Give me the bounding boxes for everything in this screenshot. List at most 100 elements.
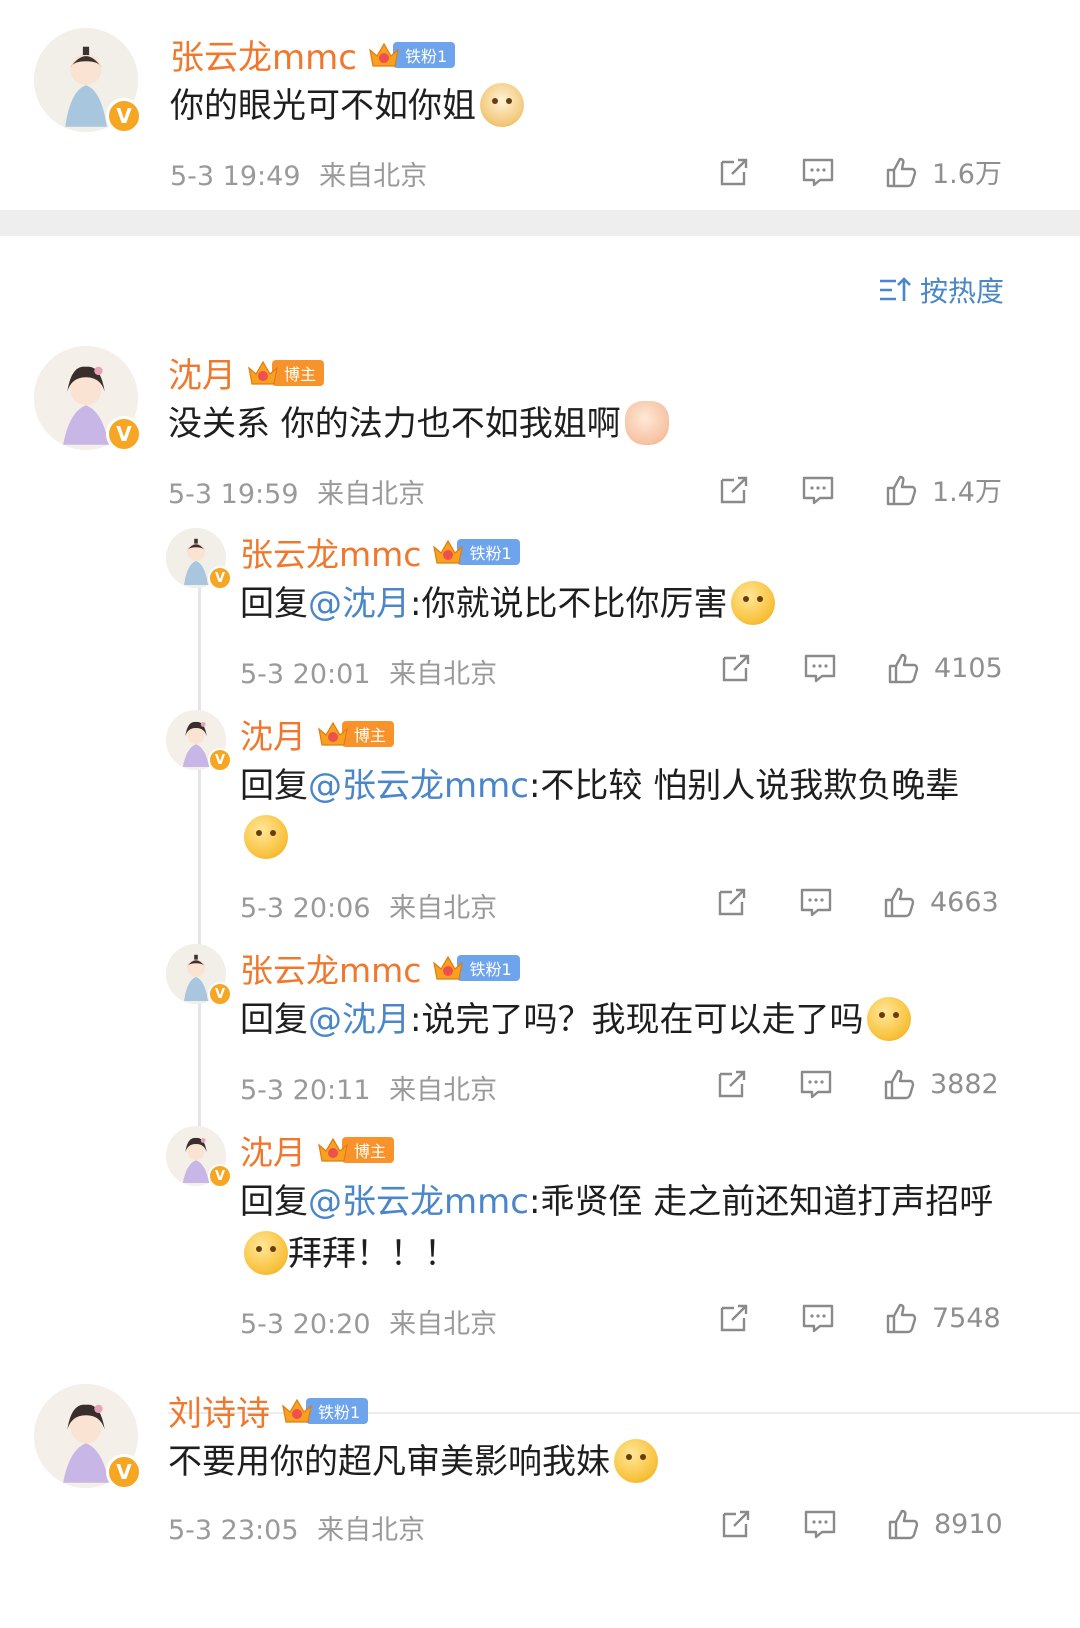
share-icon[interactable]: [714, 884, 750, 920]
reply-prefix: 回复: [240, 1182, 308, 1222]
verified-badge: V: [208, 748, 232, 772]
like-count: 4663: [930, 886, 999, 918]
fan-badge[interactable]: 铁粉1: [431, 953, 520, 983]
crown-icon: [280, 1394, 314, 1428]
like-icon[interactable]: [886, 650, 922, 686]
fan-badge[interactable]: 铁粉1: [280, 1394, 369, 1428]
username[interactable]: 张云龙mmc: [170, 30, 357, 79]
reply-meta: 5-3 20:06 来自北京: [240, 886, 497, 925]
username[interactable]: 张云龙mmc: [240, 528, 421, 576]
timestamp: 5-3 23:05: [168, 1515, 299, 1546]
location: 来自北京: [389, 659, 498, 690]
like-icon[interactable]: [886, 1506, 922, 1542]
location: 来自北京: [317, 479, 426, 510]
sly-emoji: [614, 1438, 658, 1483]
verified-badge: V: [106, 416, 142, 452]
share-icon[interactable]: [716, 1300, 752, 1336]
shush-emoji: [731, 580, 776, 625]
fan-badge[interactable]: 铁粉1: [431, 537, 520, 567]
action-bar: 4105: [718, 650, 1003, 686]
share-icon[interactable]: [714, 1066, 750, 1102]
avatar[interactable]: V: [34, 346, 142, 452]
mention-link[interactable]: @张云龙mmc: [308, 766, 529, 806]
verified-badge: V: [208, 566, 232, 590]
smile-emoji: [244, 1230, 288, 1275]
comment-text: 没关系 你的法力也不如我姐啊: [168, 398, 669, 450]
comment-icon[interactable]: [800, 154, 836, 190]
avatar[interactable]: V: [166, 710, 232, 772]
mention-link[interactable]: @沈月: [308, 1000, 410, 1040]
comment-header: 张云龙mmc 铁粉1: [170, 30, 456, 79]
comment-text: 你的眼光可不如你姐: [170, 80, 524, 132]
reply-meta: 5-3 20:01 来自北京: [240, 652, 497, 691]
mention-link[interactable]: @沈月: [308, 584, 410, 624]
like-icon[interactable]: [884, 154, 920, 190]
timestamp: 5-3 20:01: [240, 659, 371, 690]
username[interactable]: 沈月: [168, 348, 236, 397]
username[interactable]: 刘诗诗: [168, 1386, 270, 1435]
action-bar: 7548: [716, 1300, 1001, 1336]
reply-header: 沈月 博主: [240, 710, 395, 758]
avatar[interactable]: V: [166, 528, 232, 590]
comment-icon[interactable]: [798, 1066, 834, 1102]
location: 来自北京: [389, 1309, 498, 1340]
like-count: 7548: [932, 1302, 1001, 1334]
username[interactable]: 沈月: [240, 1126, 306, 1174]
timestamp: 5-3 19:49: [170, 161, 301, 192]
timestamp: 5-3 20:11: [240, 1075, 371, 1106]
sort-label: 按热度: [919, 275, 1004, 308]
comment-icon[interactable]: [802, 650, 838, 686]
timestamp: 5-3 19:59: [168, 479, 299, 510]
location: 来自北京: [389, 893, 498, 924]
hand-emoji: [624, 400, 669, 445]
like-icon[interactable]: [882, 884, 918, 920]
share-icon[interactable]: [716, 154, 752, 190]
like-icon[interactable]: [882, 1066, 918, 1102]
reply-body-tail: 拜拜！！！: [288, 1234, 458, 1274]
like-icon[interactable]: [884, 472, 920, 508]
comment-meta: 5-3 23:05 来自北京: [168, 1508, 425, 1547]
host-badge[interactable]: 博主: [316, 719, 395, 749]
comment-meta: 5-3 19:49 来自北京: [170, 154, 427, 193]
reply-meta: 5-3 20:20 来自北京: [240, 1302, 497, 1341]
reply-body: :你就说比不比你厉害: [410, 584, 728, 624]
reply-body: :说完了吗？我现在可以走了吗: [410, 1000, 864, 1040]
share-icon[interactable]: [718, 650, 754, 686]
mention-link[interactable]: @张云龙mmc: [308, 1182, 529, 1222]
timestamp: 5-3 20:06: [240, 893, 371, 924]
reply-body: :乖贤侄 走之前还知道打声招呼: [528, 1182, 994, 1222]
comment-meta: 5-3 19:59 来自北京: [168, 472, 425, 511]
section-divider: [0, 210, 1080, 236]
crown-icon: [367, 38, 401, 72]
comment-icon[interactable]: [798, 884, 834, 920]
comment-body: 没关系 你的法力也不如我姐啊: [168, 404, 621, 444]
reply-body: :不比较 怕别人说我欺负晚辈: [528, 766, 960, 806]
like-count: 1.4万: [932, 477, 1002, 508]
like-count: 3882: [930, 1068, 999, 1100]
comment-icon[interactable]: [802, 1506, 838, 1542]
avatar[interactable]: V: [166, 1126, 232, 1188]
username[interactable]: 张云龙mmc: [240, 944, 421, 992]
like-icon[interactable]: [884, 1300, 920, 1336]
avatar[interactable]: V: [34, 28, 142, 134]
crown-icon: [246, 356, 280, 390]
action-bar: 4663: [714, 884, 999, 920]
fan-badge[interactable]: 铁粉1: [367, 38, 456, 72]
avatar[interactable]: V: [34, 1384, 142, 1490]
fan-badge-label: 铁粉1: [457, 539, 520, 565]
fan-badge-label: 铁粉1: [457, 955, 520, 981]
reply-prefix: 回复: [240, 1000, 308, 1040]
comment-text: 不要用你的超凡审美影响我妹: [168, 1436, 658, 1488]
share-icon[interactable]: [716, 472, 752, 508]
host-badge[interactable]: 博主: [246, 356, 325, 390]
comment-icon[interactable]: [800, 1300, 836, 1336]
username[interactable]: 沈月: [240, 710, 306, 758]
comment-icon[interactable]: [800, 472, 836, 508]
sort-control[interactable]: 按热度: [878, 270, 1004, 310]
reply-header: 张云龙mmc 铁粉1: [240, 944, 520, 992]
host-badge[interactable]: 博主: [316, 1135, 395, 1165]
avatar[interactable]: V: [166, 944, 232, 1006]
reply-prefix: 回复: [240, 584, 308, 624]
share-icon[interactable]: [718, 1506, 754, 1542]
grin-emoji: [244, 814, 288, 859]
